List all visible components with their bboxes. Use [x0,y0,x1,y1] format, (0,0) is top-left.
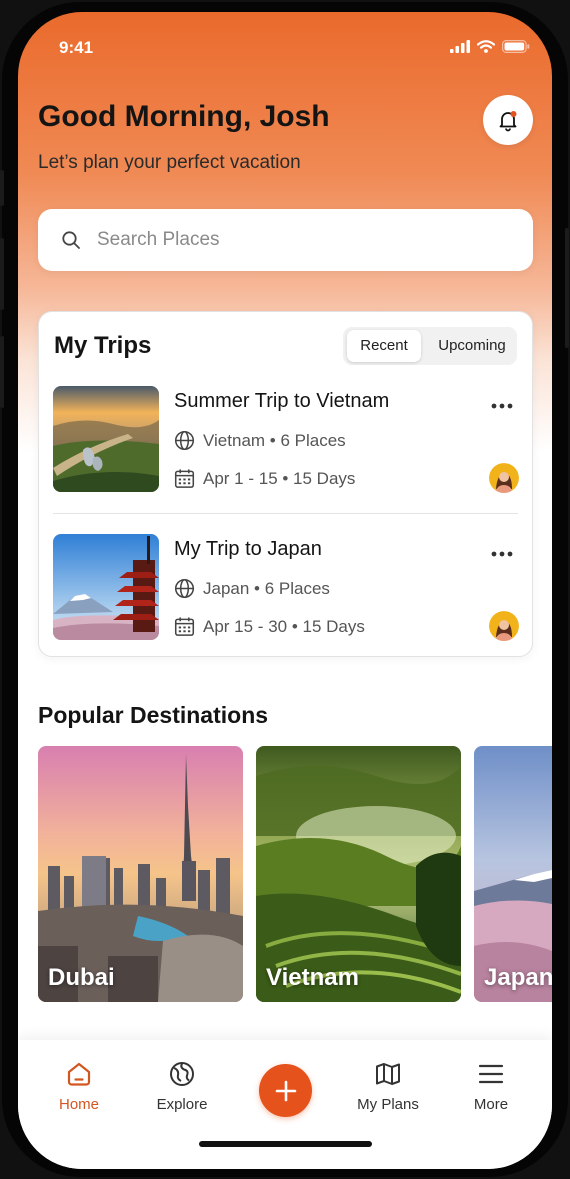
tab-my-plans-label: My Plans [357,1096,419,1113]
tab-explore-label: Explore [156,1096,208,1113]
search-bar[interactable] [38,209,533,271]
trip-places-text: Japan • 6 Places [203,578,330,598]
tab-more-label: More [473,1096,509,1113]
trip-dates: Apr 15 - 30 • 15 Days [174,616,365,637]
home-icon [67,1062,91,1086]
tab-explore[interactable]: Explore [137,1060,227,1113]
cellular-signal-icon [450,40,470,53]
trip-thumbnail-vietnam [53,386,159,492]
bell-icon [499,111,517,132]
trip-dates: Apr 1 - 15 • 15 Days [174,468,355,489]
globe-icon [174,430,195,451]
trip-dates-text: Apr 15 - 30 • 15 Days [203,616,365,636]
trip-places-text: Vietnam • 6 Places [203,430,346,450]
silent-switch [0,170,4,206]
trips-segmented-control: Recent Upcoming [343,327,517,365]
home-indicator [199,1141,372,1147]
avatar [489,463,519,493]
status-icons [450,40,530,53]
my-trips-card: My Trips Recent Upcoming Summer Trip to … [38,311,533,657]
trip-places: Japan • 6 Places [174,578,330,599]
destination-card-dubai[interactable]: Dubai [38,746,243,1002]
destination-name: Vietnam [266,964,359,991]
trip-options-button[interactable] [491,396,513,414]
status-time: 9:41 [59,38,94,57]
trip-title: My Trip to Japan [174,538,322,560]
tab-upcoming[interactable]: Upcoming [429,330,515,362]
menu-icon [478,1064,504,1084]
trip-title: Summer Trip to Vietnam [174,390,390,412]
greeting-subtitle: Let’s plan your perfect vacation [38,152,301,173]
destination-name: Japan [484,964,552,991]
search-input[interactable] [95,228,499,252]
my-trips-title: My Trips [54,332,152,359]
globe-icon [170,1062,194,1086]
tab-home[interactable]: Home [34,1060,124,1113]
tab-home-label: Home [58,1096,99,1113]
volume-up-button [0,238,4,310]
destination-card-japan[interactable]: Japan [474,746,552,1002]
app-screen: 9:41 Good Morning, Josh Let’s plan your … [18,12,552,1169]
notifications-button[interactable] [483,95,533,145]
greeting-title: Good Morning, Josh [38,100,330,133]
trip-dates-text: Apr 1 - 15 • 15 Days [203,468,356,488]
popular-destinations-title: Popular Destinations [38,702,269,728]
bottom-tab-bar: Home Explore My Plans More [18,1040,552,1169]
trip-item[interactable]: My Trip to Japan Japan • 6 Places Apr 15… [53,534,519,642]
tab-my-plans[interactable]: My Plans [343,1060,433,1113]
avatar [489,611,519,641]
more-horizontal-icon [491,551,513,557]
tab-recent[interactable]: Recent [347,330,421,362]
more-horizontal-icon [491,403,513,409]
add-plan-button[interactable] [259,1064,312,1117]
power-button [565,228,569,348]
calendar-icon [174,617,195,636]
plus-icon [275,1080,296,1101]
globe-icon [174,578,195,599]
destination-name: Dubai [48,964,115,991]
trip-divider [53,513,518,514]
calendar-icon [174,469,195,488]
battery-icon [502,40,530,53]
trip-item[interactable]: Summer Trip to Vietnam Vietnam • 6 Place… [53,386,519,494]
tab-more[interactable]: More [446,1060,536,1113]
wifi-icon [477,40,495,53]
search-icon [62,231,80,249]
map-icon [376,1063,400,1085]
volume-down-button [0,336,4,408]
trip-options-button[interactable] [491,544,513,562]
trip-thumbnail-japan [53,534,159,640]
status-bar: 9:41 [18,12,552,82]
destination-card-vietnam[interactable]: Vietnam [256,746,461,1002]
trip-places: Vietnam • 6 Places [174,430,346,451]
